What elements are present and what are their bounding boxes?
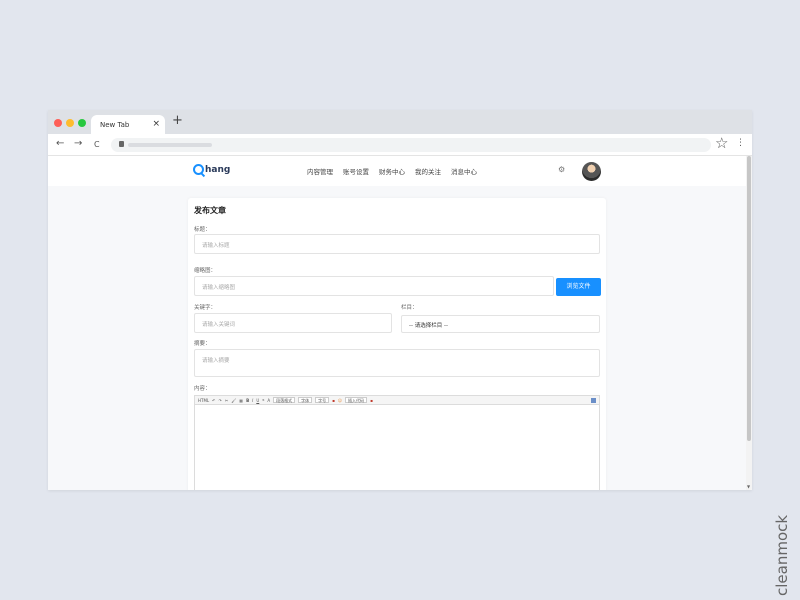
browser-window: New Tab × + ← → C ☆ ⋮ hang 内容管理 账号设置 财务中…	[48, 110, 752, 490]
address-bar[interactable]	[111, 138, 711, 152]
underline-button[interactable]: U	[256, 398, 259, 403]
vertical-scrollbar[interactable]: ▼	[746, 156, 752, 490]
keywords-label: 关键字：	[194, 305, 217, 311]
scroll-down-arrow-icon[interactable]: ▼	[747, 485, 750, 489]
undo-icon[interactable]: ↶	[212, 398, 215, 403]
avatar[interactable]	[582, 162, 601, 181]
cover-input[interactable]: 请输入缩略图	[194, 276, 554, 296]
image-icon[interactable]: ▪	[332, 398, 335, 403]
table-icon[interactable]: ▦	[239, 398, 243, 403]
watermark-text: cleanmock	[773, 514, 791, 596]
summary-textarea[interactable]: 请输入摘要	[194, 349, 600, 377]
browser-toolbar: ← → C ☆ ⋮	[48, 134, 752, 156]
nav-item-finance[interactable]: 财务中心	[379, 166, 405, 176]
minimize-window-icon[interactable]	[66, 119, 74, 127]
rich-editor-body[interactable]	[194, 405, 600, 490]
format-brush-icon[interactable]: 🖌	[231, 398, 236, 403]
column-select[interactable]: -- 请选择栏目 --	[401, 315, 600, 333]
column-label: 栏目：	[401, 305, 418, 311]
map-icon[interactable]: ▪	[370, 398, 373, 403]
page-viewport: hang 内容管理 账号设置 财务中心 我的关注 消息中心 ⚙ 发布文章 标题：…	[48, 156, 752, 490]
cover-label: 缩略图：	[194, 268, 217, 274]
tab-title: New Tab	[100, 121, 130, 129]
font-family-select[interactable]: 字体	[298, 397, 313, 403]
redo-icon[interactable]: ↷	[219, 398, 222, 403]
keywords-input[interactable]: 请输入关键词	[194, 313, 392, 333]
reload-icon[interactable]: C	[94, 139, 100, 151]
main-nav: 内容管理 账号设置 财务中心 我的关注 消息中心	[307, 166, 477, 176]
lock-icon	[119, 141, 124, 147]
scrollbar-thumb[interactable]	[747, 156, 751, 441]
cut-icon[interactable]: ✂	[225, 398, 228, 403]
tab-bar: New Tab × +	[48, 110, 752, 134]
content-label: 内容：	[194, 386, 211, 392]
maximize-window-icon[interactable]	[78, 119, 86, 127]
nav-item-content[interactable]: 内容管理	[307, 166, 333, 176]
title-input[interactable]: 请输入标题	[194, 234, 600, 254]
italic-button[interactable]: I	[252, 398, 253, 403]
browse-file-button[interactable]: 浏览文件	[556, 278, 601, 296]
logo-q-icon	[193, 164, 204, 175]
paragraph-format-select[interactable]: 段落格式	[273, 397, 296, 403]
close-window-icon[interactable]	[54, 119, 62, 127]
logo-text: hang	[205, 164, 231, 175]
site-logo[interactable]: hang	[193, 164, 230, 175]
nav-item-following[interactable]: 我的关注	[415, 166, 441, 176]
bold-button[interactable]: B	[246, 398, 249, 403]
nav-item-account[interactable]: 账号设置	[343, 166, 369, 176]
html-source-button[interactable]: HTML	[198, 398, 209, 403]
url-placeholder	[128, 143, 212, 147]
tab-close-icon[interactable]: ×	[152, 119, 160, 129]
bookmark-star-icon[interactable]: ☆	[715, 135, 728, 152]
page-title: 发布文章	[194, 206, 226, 215]
rich-editor-toolbar: HTML ↶ ↷ ✂ 🖌 ▦ B I U ❝ A 段落格式 字体 字号 ▪ ☺ …	[194, 395, 600, 405]
font-color-icon[interactable]: A	[267, 398, 270, 403]
browser-menu-icon[interactable]: ⋮	[736, 137, 745, 149]
font-size-select[interactable]: 字号	[315, 397, 330, 403]
fullscreen-icon[interactable]	[591, 397, 596, 403]
forward-icon[interactable]: →	[74, 138, 82, 150]
quote-icon[interactable]: ❝	[262, 398, 264, 403]
title-label: 标题：	[194, 227, 211, 233]
new-tab-icon[interactable]: +	[172, 114, 183, 128]
emoji-icon[interactable]: ☺	[338, 398, 342, 403]
summary-label: 摘要：	[194, 341, 211, 347]
gear-icon[interactable]: ⚙	[558, 165, 565, 174]
nav-item-messages[interactable]: 消息中心	[451, 166, 477, 176]
insert-code-select[interactable]: 插入代码	[345, 397, 368, 403]
browser-tab[interactable]: New Tab ×	[91, 115, 165, 134]
back-icon[interactable]: ←	[56, 138, 64, 150]
site-header: hang 内容管理 账号设置 财务中心 我的关注 消息中心 ⚙	[48, 156, 752, 186]
publish-article-card: 发布文章 标题： 请输入标题 缩略图： 请输入缩略图 浏览文件 关键字： 请输入…	[188, 198, 606, 490]
